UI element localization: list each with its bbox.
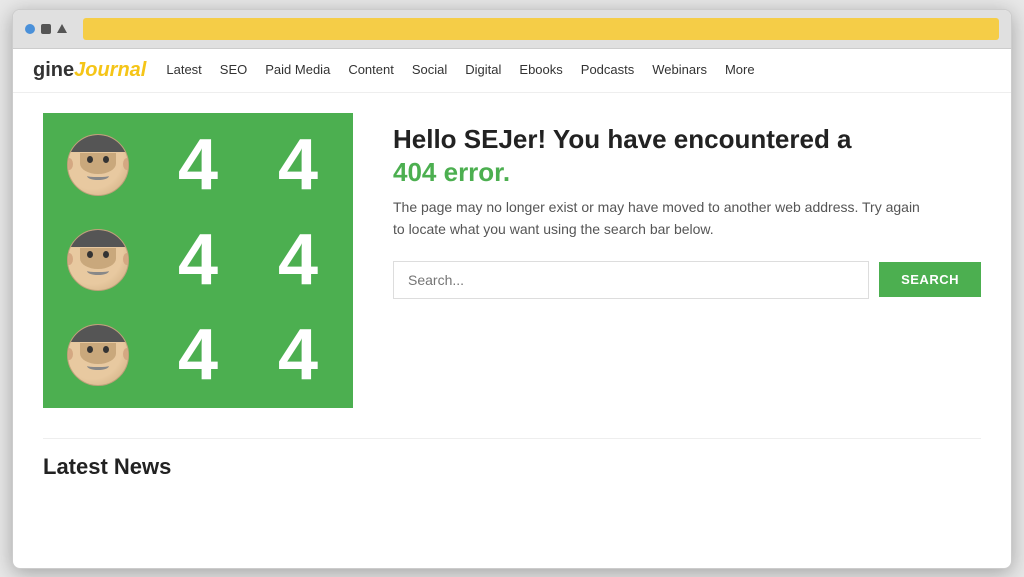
error-headline: Hello SEJer! You have encountered a 404 … (393, 123, 981, 191)
search-input-wrapper (393, 261, 869, 299)
face-3 (67, 324, 129, 386)
browser-chrome (13, 10, 1011, 49)
dot-close[interactable] (25, 24, 35, 34)
nav-link-social[interactable]: Social (412, 62, 447, 77)
dot-maximize[interactable] (57, 24, 67, 33)
search-input[interactable] (393, 261, 869, 299)
face-eyes-1 (87, 156, 109, 163)
face-hair-2 (68, 230, 128, 247)
grid-cell-5: 4 (148, 213, 248, 308)
grid-cell-4 (48, 213, 148, 308)
dot-minimize[interactable] (41, 24, 51, 34)
nav-link-podcasts[interactable]: Podcasts (581, 62, 634, 77)
face-eyes-3 (87, 346, 109, 353)
error-headline-part1: Hello SEJer! You have encountered a (393, 124, 852, 154)
face-eye-r-3 (103, 346, 109, 353)
nav-link-more[interactable]: More (725, 62, 755, 77)
grid-cell-6: 4 (248, 213, 348, 308)
grid-cell-3: 4 (248, 118, 348, 213)
face-hair-3 (68, 325, 128, 342)
grid-cell-7 (48, 308, 148, 403)
number-4-5: 4 (178, 319, 218, 391)
face-ear-r-2 (123, 253, 129, 265)
nav-link-ebooks[interactable]: Ebooks (519, 62, 562, 77)
face-hair-1 (68, 135, 128, 152)
error-description: The page may no longer exist or may have… (393, 196, 933, 241)
number-4-6: 4 (278, 319, 318, 391)
face-mouth-2 (87, 267, 109, 275)
face-eye-l-2 (87, 251, 93, 258)
search-row: SEARCH (393, 261, 981, 299)
logo-gine: gine (33, 59, 74, 81)
error-section: 4 4 (43, 113, 981, 408)
grid-cell-2: 4 (148, 118, 248, 213)
face-eye-l-1 (87, 156, 93, 163)
site-logo: gineJournal (33, 59, 146, 82)
face-eye-l-3 (87, 346, 93, 353)
face-ear-l-3 (67, 348, 73, 360)
nav-link-latest[interactable]: Latest (166, 62, 201, 77)
browser-window: gineJournal Latest SEO Paid Media Conten… (12, 9, 1012, 569)
number-4-3: 4 (178, 224, 218, 296)
nav-item-more[interactable]: More (725, 61, 755, 79)
face-2 (67, 229, 129, 291)
number-4-4: 4 (278, 224, 318, 296)
nav-link-seo[interactable]: SEO (220, 62, 247, 77)
face-eyes-2 (87, 251, 109, 258)
latest-news-section: Latest News (43, 438, 981, 480)
face-ear-r-1 (123, 158, 129, 170)
error-text-section: Hello SEJer! You have encountered a 404 … (393, 113, 981, 299)
nav-link-digital[interactable]: Digital (465, 62, 501, 77)
face-mouth-3 (87, 362, 109, 370)
nav-item-webinars[interactable]: Webinars (652, 61, 707, 79)
nav-item-latest[interactable]: Latest (166, 61, 201, 79)
number-4-2: 4 (278, 129, 318, 201)
face-eye-r-1 (103, 156, 109, 163)
nav-links: Latest SEO Paid Media Content Social Dig… (166, 61, 754, 79)
page-content: 4 4 (13, 93, 1011, 510)
face-1 (67, 134, 129, 196)
nav-item-paid-media[interactable]: Paid Media (265, 61, 330, 79)
grid-cell-9: 4 (248, 308, 348, 403)
nav-item-content[interactable]: Content (348, 61, 394, 79)
nav-item-podcasts[interactable]: Podcasts (581, 61, 634, 79)
search-button[interactable]: SEARCH (879, 262, 981, 297)
address-bar[interactable] (83, 18, 999, 40)
face-ear-l-2 (67, 253, 73, 265)
nav-link-webinars[interactable]: Webinars (652, 62, 707, 77)
logo-journal: Journal (74, 59, 146, 81)
face-mouth-1 (87, 172, 109, 180)
face-ear-l-1 (67, 158, 73, 170)
latest-news-title: Latest News (43, 454, 981, 480)
nav-bar: gineJournal Latest SEO Paid Media Conten… (13, 49, 1011, 93)
nav-link-content[interactable]: Content (348, 62, 394, 77)
grid-cell-8: 4 (148, 308, 248, 403)
error-code: 404 error. (393, 157, 510, 187)
traffic-lights (25, 24, 67, 34)
grid-cell-1 (48, 118, 148, 213)
nav-item-seo[interactable]: SEO (220, 61, 247, 79)
nav-item-social[interactable]: Social (412, 61, 447, 79)
error-image-grid: 4 4 (43, 113, 353, 408)
nav-item-digital[interactable]: Digital (465, 61, 501, 79)
nav-item-ebooks[interactable]: Ebooks (519, 61, 562, 79)
nav-link-paid-media[interactable]: Paid Media (265, 62, 330, 77)
number-4-1: 4 (178, 129, 218, 201)
face-eye-r-2 (103, 251, 109, 258)
face-ear-r-3 (123, 348, 129, 360)
